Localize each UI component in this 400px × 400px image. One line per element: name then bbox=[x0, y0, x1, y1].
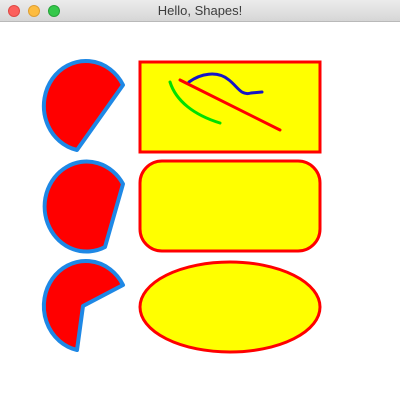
app-window: Hello, Shapes! bbox=[0, 0, 400, 400]
title-bar[interactable]: Hello, Shapes! bbox=[0, 0, 400, 22]
arc-shape-3 bbox=[41, 259, 125, 352]
rounded-rectangle-shape bbox=[138, 159, 322, 253]
rectangle-shape bbox=[138, 60, 322, 154]
arc-shape-1 bbox=[41, 59, 125, 152]
arc-shape-2 bbox=[42, 159, 125, 254]
drawing-canvas bbox=[41, 59, 322, 354]
window-title: Hello, Shapes! bbox=[157, 3, 243, 18]
ellipse-shape bbox=[138, 260, 322, 354]
